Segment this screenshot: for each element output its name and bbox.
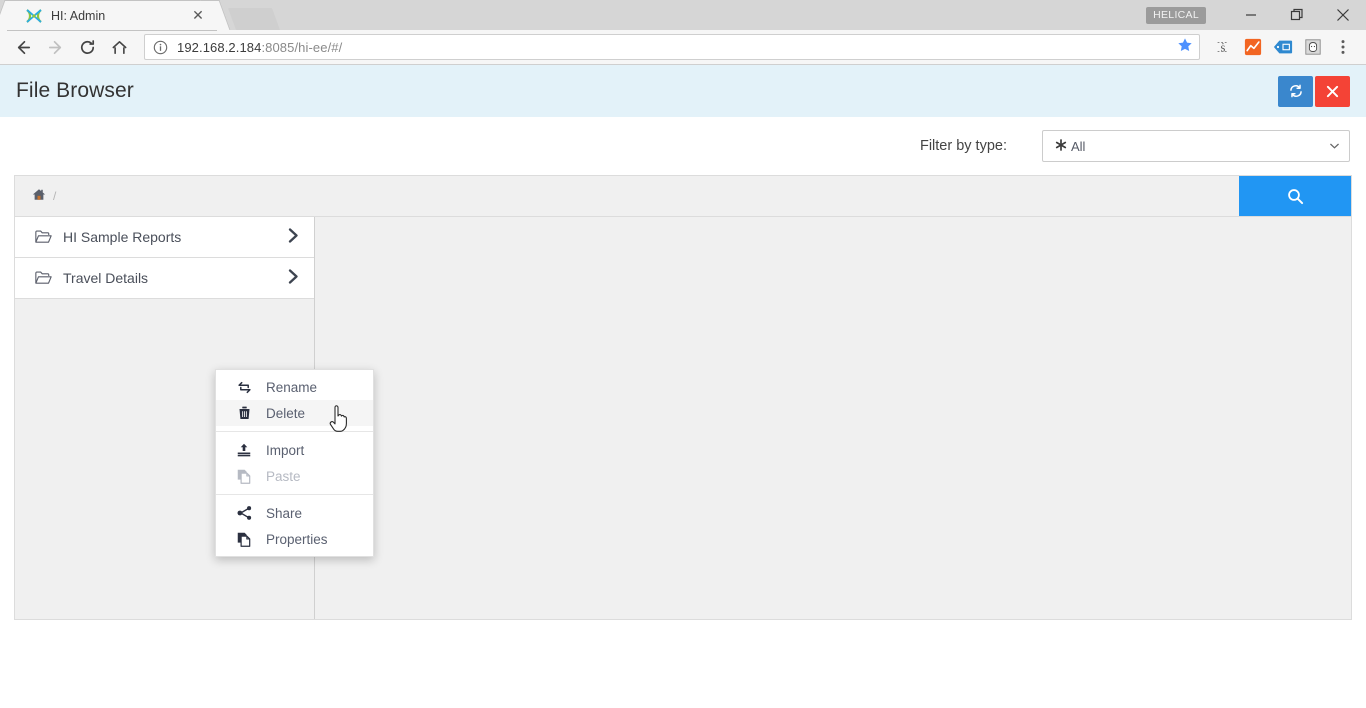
context-menu-item-delete[interactable]: Delete [216, 400, 373, 426]
tree-item-label: Travel Details [63, 270, 149, 286]
chart-extension-icon[interactable] [1238, 33, 1268, 61]
breadcrumb[interactable]: / [15, 176, 1239, 216]
window-close-button[interactable] [1320, 0, 1366, 30]
context-menu: Rename Delete Import Paste Share Propert… [215, 369, 374, 557]
folder-open-icon [35, 230, 52, 244]
context-menu-item-properties[interactable]: Properties [216, 526, 373, 552]
back-icon[interactable] [8, 33, 38, 61]
window-maximize-button[interactable] [1274, 0, 1320, 30]
refresh-button[interactable] [1278, 75, 1313, 107]
context-menu-item-paste: Paste [216, 463, 373, 489]
tree-item-label: HI Sample Reports [63, 229, 182, 245]
url-path: :8085/hi-ee/#/ [261, 39, 343, 55]
new-tab-button[interactable] [227, 8, 281, 30]
page-content: File Browser Filter by type: All / HI Sa… [0, 65, 1366, 708]
reload-icon[interactable] [72, 33, 102, 61]
shield-extension-icon[interactable] [1298, 33, 1328, 61]
context-menu-item-import[interactable]: Import [216, 437, 373, 463]
window-minimize-button[interactable] [1228, 0, 1274, 30]
context-menu-item-share[interactable]: Share [216, 500, 373, 526]
paste-icon [236, 469, 252, 484]
filter-selected-value: All [1071, 138, 1086, 154]
helix-logo-icon [26, 8, 42, 24]
window-controls: HELICAL [1146, 0, 1366, 30]
tab-title: HI: Admin [51, 8, 106, 23]
header-actions [1278, 75, 1366, 107]
forward-icon [40, 33, 70, 61]
context-menu-label: Import [266, 442, 305, 458]
tag-extension-icon[interactable] [1268, 33, 1298, 61]
app-header: File Browser [0, 65, 1366, 117]
search-button[interactable] [1239, 176, 1351, 216]
info-circle-icon[interactable] [153, 40, 168, 55]
chevron-right-icon[interactable] [288, 228, 299, 246]
filter-label: Filter by type: [919, 138, 1007, 154]
tree-item-hi-sample-reports[interactable]: HI Sample Reports [15, 217, 314, 258]
breadcrumb-separator: / [53, 189, 57, 203]
url-host: 192.168.2.184 [177, 39, 262, 55]
home-icon[interactable] [32, 188, 46, 204]
trash-icon [236, 406, 252, 420]
browser-toolbar: 192.168.2.184:8085/hi-ee/#/ ṡ [0, 30, 1366, 65]
chevron-down-icon [1330, 141, 1339, 151]
context-menu-label: Delete [266, 405, 306, 421]
close-icon [1326, 85, 1339, 97]
share-alt-icon [236, 506, 252, 520]
context-menu-item-rename[interactable]: Rename [216, 374, 373, 400]
page-title: File Browser [16, 79, 134, 102]
asterisk-icon [1055, 138, 1067, 154]
file-detail-pane [315, 217, 1351, 619]
extension-icons: ṡ [1208, 33, 1358, 61]
upload-icon [236, 443, 252, 457]
rename-exchange-icon [236, 381, 252, 394]
url-text: 192.168.2.184:8085/hi-ee/#/ [177, 40, 1171, 55]
tree-item-travel-details[interactable]: Travel Details [15, 258, 314, 299]
tab-close-icon[interactable]: ✕ [190, 7, 206, 24]
stylebot-icon[interactable]: ṡ [1208, 33, 1238, 61]
browser-chrome: HI: Admin ✕ HELICAL 192.168.2.184:8085/h… [0, 0, 1366, 65]
address-bar[interactable]: 192.168.2.184:8085/hi-ee/#/ [144, 34, 1200, 60]
chrome-menu-icon[interactable] [1328, 33, 1358, 61]
context-menu-divider [216, 494, 373, 495]
close-button[interactable] [1315, 75, 1350, 107]
context-menu-divider [216, 431, 373, 432]
file-copy-icon [236, 532, 252, 547]
context-menu-label: Share [266, 505, 303, 521]
context-menu-label: Properties [266, 531, 328, 547]
refresh-icon [1289, 84, 1302, 98]
chevron-right-icon[interactable] [288, 269, 299, 287]
filter-row: Filter by type: All [0, 117, 1366, 175]
context-menu-label: Rename [266, 379, 318, 395]
context-menu-label: Paste [266, 468, 301, 484]
bookmark-star-icon[interactable] [1171, 37, 1193, 57]
profile-chip[interactable]: HELICAL [1146, 7, 1206, 24]
folder-open-icon [35, 271, 52, 285]
home-icon[interactable] [104, 33, 134, 61]
breadcrumb-bar: / [14, 175, 1352, 216]
filter-type-select[interactable]: All [1042, 130, 1350, 162]
browser-tab[interactable]: HI: Admin ✕ [8, 1, 216, 30]
search-icon [1287, 188, 1303, 204]
